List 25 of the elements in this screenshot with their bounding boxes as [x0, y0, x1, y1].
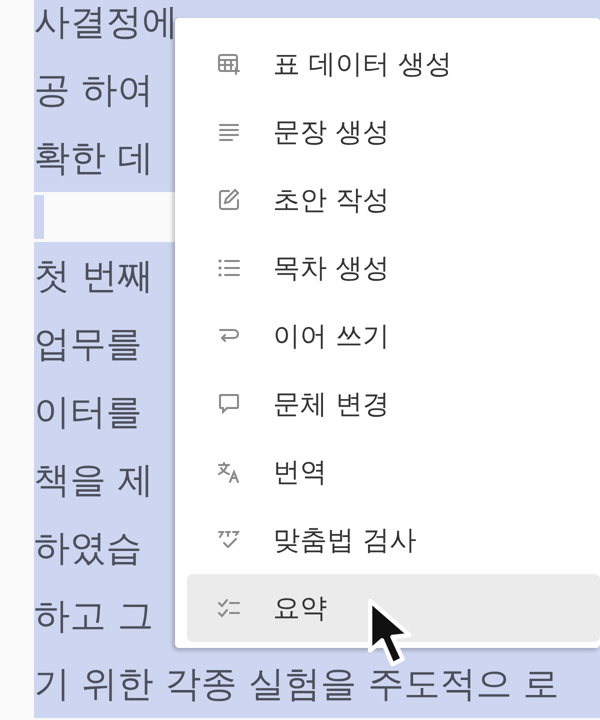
menu-item[interactable]: 이어 쓰기: [187, 302, 600, 370]
menu-item[interactable]: 문체 변경: [187, 370, 600, 438]
paragraph-text: 기 위한 각종 실험을 주도적으 로: [34, 662, 560, 706]
menu-item[interactable]: 초안 작성: [187, 166, 600, 234]
menu-item[interactable]: 표 데이터 생성: [187, 30, 600, 98]
speech-bubble-icon: [217, 392, 241, 416]
menu-item[interactable]: 번역: [187, 438, 600, 506]
selection-highlight: [34, 195, 44, 239]
menu-item[interactable]: 요약: [187, 574, 600, 642]
checklist-icon: [217, 596, 241, 620]
menu-item[interactable]: 문장 생성: [187, 98, 600, 166]
paragraph-text: 사결정에: [34, 0, 178, 44]
paragraph-text: 책을 제: [34, 458, 154, 502]
paragraph-text: 확한 데: [34, 136, 154, 180]
paragraph-text: 하였습: [34, 526, 142, 570]
edit-icon: [217, 188, 241, 212]
menu-item[interactable]: 목차 생성: [187, 234, 600, 302]
paragraph-text: 첫 번째: [34, 254, 154, 298]
paragraph-text: 공 하여: [34, 68, 154, 112]
paragraph-text: 업무를: [34, 322, 142, 366]
paragraph-text: 이터를: [34, 390, 142, 434]
menu-item[interactable]: 맞춤법 검사: [187, 506, 600, 574]
paragraph-text: 하고 그: [34, 594, 154, 638]
translate-icon: [217, 460, 241, 484]
table-plus-icon: [217, 52, 241, 76]
